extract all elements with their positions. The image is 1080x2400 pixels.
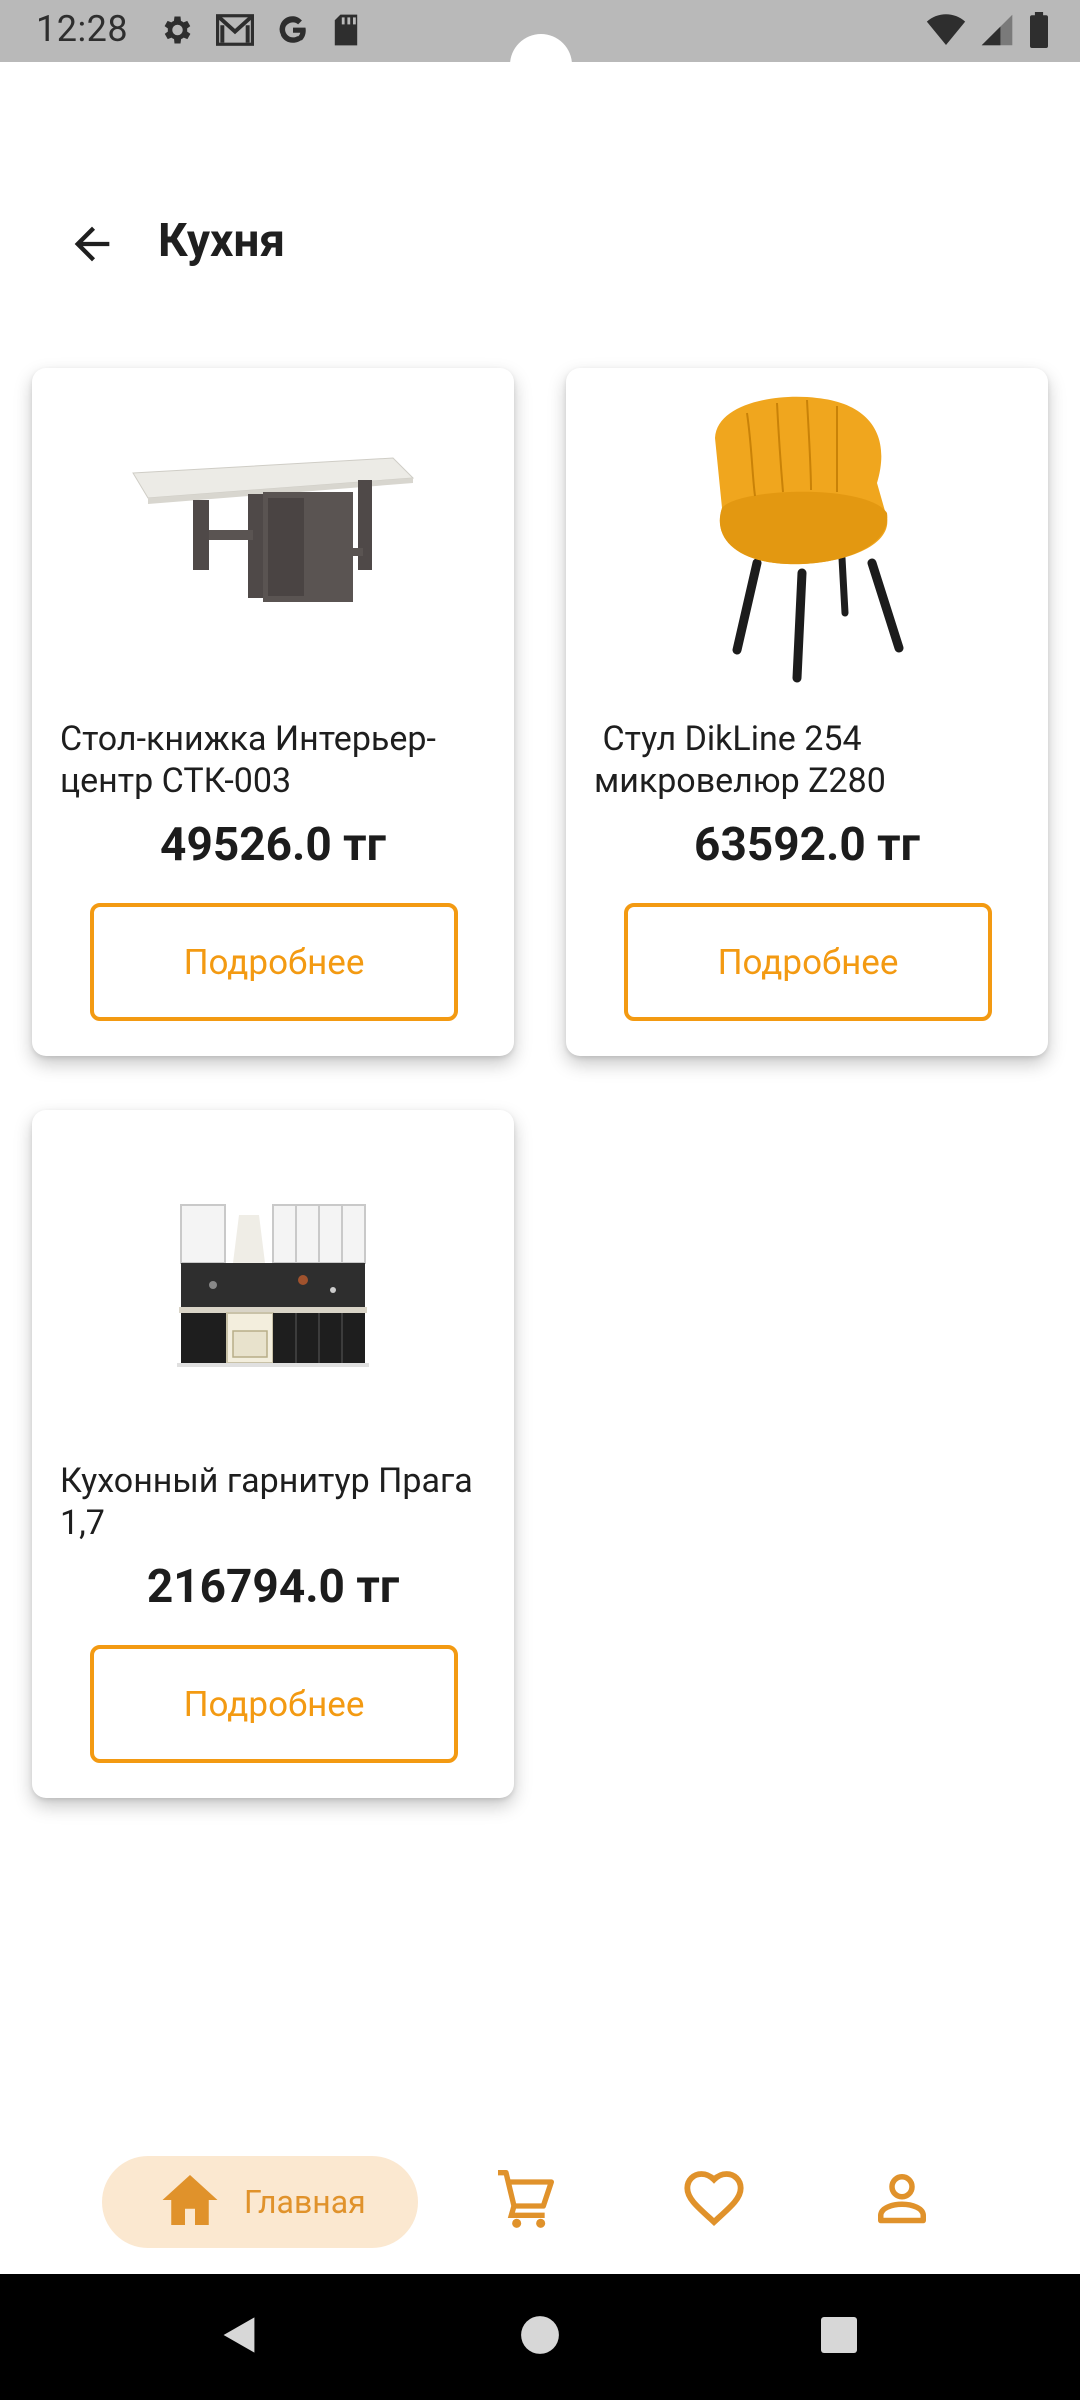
recents-square-icon (819, 2315, 859, 2359)
system-recents-button[interactable] (806, 2304, 872, 2370)
gear-icon (158, 12, 194, 52)
nav-home-label: Главная (244, 2183, 366, 2221)
camera-notch (510, 34, 572, 96)
status-bar: 12:28 (0, 0, 1080, 96)
back-button[interactable] (56, 210, 128, 282)
product-image-folding-table (32, 388, 514, 688)
bottom-navigation: Главная (0, 2140, 1080, 2260)
status-icons-left (158, 12, 360, 52)
gmail-icon (216, 14, 254, 50)
battery-icon (1028, 12, 1050, 52)
nav-cart-tab[interactable] (490, 2164, 562, 2236)
heart-icon (682, 2166, 746, 2234)
app-bar: Кухня (0, 200, 1080, 284)
google-icon (276, 13, 310, 51)
product-price: 216794.0 тг (146, 1560, 400, 1614)
status-icons-right (926, 12, 1050, 52)
home-circle-icon (519, 2314, 561, 2360)
cell-signal-icon (980, 12, 1014, 52)
back-triangle-icon (217, 2313, 261, 2361)
status-time: 12:28 (36, 8, 129, 50)
details-button[interactable]: Подробнее (624, 903, 992, 1021)
nav-home-tab[interactable]: Главная (102, 2156, 418, 2248)
nav-profile-tab[interactable] (866, 2164, 938, 2236)
product-price: 49526.0 тг (160, 818, 386, 872)
details-button[interactable]: Подробнее (90, 1645, 458, 1763)
system-home-button[interactable] (507, 2304, 573, 2370)
screen: 12:28 Кухня Стол-книжка Интерьер-центр С… (0, 0, 1080, 2400)
product-image-kitchen-set (32, 1130, 514, 1430)
nav-favorites-tab[interactable] (678, 2164, 750, 2236)
profile-icon (872, 2168, 932, 2232)
product-card[interactable]: Стул DikLine 254 микровелюр Z280 63592.0… (566, 368, 1048, 1056)
product-image-yellow-chair (566, 388, 1048, 688)
page-title: Кухня (158, 214, 286, 268)
wifi-icon (926, 12, 966, 52)
product-card[interactable]: Стол-книжка Интерьер-центр СТК-003 49526… (32, 368, 514, 1056)
product-price: 63592.0 тг (694, 818, 920, 872)
details-button[interactable]: Подробнее (90, 903, 458, 1021)
system-back-button[interactable] (206, 2304, 272, 2370)
cart-icon (494, 2166, 558, 2234)
system-navigation-bar (0, 2274, 1080, 2400)
home-icon (160, 2172, 220, 2232)
arrow-left-icon (66, 218, 118, 274)
product-name: Стул DikLine 254 микровелюр Z280 (594, 719, 886, 801)
product-name: Стол-книжка Интерьер-центр СТК-003 (60, 719, 436, 801)
product-card[interactable]: Кухонный гарнитур Прага 1,7 216794.0 тг … (32, 1110, 514, 1798)
sd-card-icon (332, 13, 360, 51)
product-name: Кухонный гарнитур Прага 1,7 (60, 1461, 473, 1543)
